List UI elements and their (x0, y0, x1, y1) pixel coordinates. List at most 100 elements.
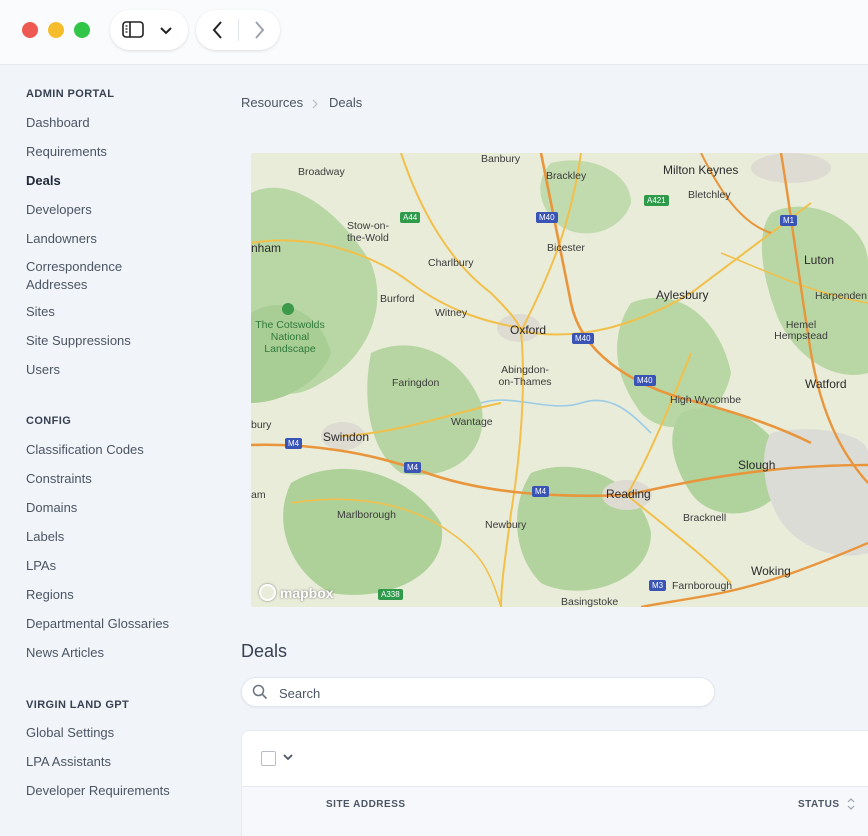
search-bar (241, 677, 715, 707)
map-label-harpenden: Harpenden (815, 290, 867, 302)
deals-map[interactable]: Banbury Milton Keynes Broadway Brackley … (251, 153, 868, 607)
map-label-stow-on-the-wold: Stow-on-the-Wold (347, 220, 390, 244)
close-window-button[interactable] (22, 22, 38, 38)
select-all-checkbox[interactable] (261, 751, 276, 766)
map-label-bicester: Bicester (547, 242, 585, 254)
road-shield-m40-mid: M40 (572, 333, 594, 344)
map-label-banbury: Banbury (481, 153, 521, 165)
map-label-brackley: Brackley (546, 170, 587, 182)
search-icon (252, 684, 268, 700)
map-label-farnborough: Farnborough (672, 580, 733, 592)
road-shield-m4-east: M4 (532, 486, 550, 497)
table-header: SITE ADDRESS STATUS (242, 786, 868, 836)
map-label-faringdon: Faringdon (392, 377, 440, 389)
mapbox-wordmark: mapbox (279, 585, 334, 601)
sidebar-item-lpa-assistants[interactable]: LPA Assistants (26, 753, 111, 771)
road-shield-a338: A338 (378, 589, 403, 600)
road-shield-m1: M1 (780, 215, 798, 226)
map-label-broadway: Broadway (298, 166, 345, 178)
sidebar-item-deals[interactable]: Deals (26, 172, 61, 190)
breadcrumb-deals: Deals (329, 95, 363, 110)
section-config: CONFIG (26, 415, 72, 427)
column-status[interactable]: STATUS (798, 799, 840, 810)
chevron-down-icon[interactable] (159, 26, 173, 36)
map-label-swindon: Swindon (323, 430, 370, 444)
map-label-bracknell: Bracknell (683, 512, 727, 524)
forward-icon[interactable] (252, 20, 266, 40)
map-label-bury: bury (251, 419, 272, 431)
sidebar-item-landowners[interactable]: Landowners (26, 230, 97, 248)
map-label-am: am (251, 489, 266, 501)
road-shield-m40-north: M40 (536, 212, 558, 223)
sidebar-item-domains[interactable]: Domains (26, 499, 77, 517)
park-pin-icon (282, 303, 294, 315)
sidebar-item-site-suppressions[interactable]: Site Suppressions (26, 332, 131, 350)
map-label-charlbury: Charlbury (428, 257, 474, 269)
sidebar-item-developer-requirements[interactable]: Developer Requirements (26, 782, 170, 800)
section-admin-portal: ADMIN PORTAL (26, 88, 115, 100)
map-label-nham: nham (251, 241, 282, 255)
road-shield-m4-west: M4 (285, 438, 303, 449)
road-shield-m4-mid: M4 (404, 462, 422, 473)
sidebar-item-regions[interactable]: Regions (26, 586, 74, 604)
map-label-watford: Watford (805, 377, 847, 391)
section-virgin-land-gpt: VIRGIN LAND GPT (26, 699, 130, 711)
sidebar: ADMIN PORTAL Dashboard Requirements Deal… (0, 65, 215, 834)
sidebar-item-dashboard[interactable]: Dashboard (26, 114, 90, 132)
sidebar-toggle-group (110, 10, 188, 50)
breadcrumb-resources[interactable]: Resources (241, 95, 303, 110)
sidebar-item-sites[interactable]: Sites (26, 303, 55, 321)
map-label-hemel-hempstead: Hemel Hempstead (774, 319, 828, 342)
back-icon[interactable] (211, 20, 225, 40)
map-label-luton: Luton (804, 253, 835, 267)
minimize-window-button[interactable] (48, 22, 64, 38)
road-shield-a421: A421 (644, 195, 669, 206)
mapbox-logo[interactable]: mapbox (259, 584, 334, 601)
sidebar-item-correspondence-addresses[interactable]: Correspondence Addresses (26, 258, 146, 294)
map-label-basingstoke: Basingstoke (561, 596, 619, 607)
road-shield-m40-south: M40 (634, 375, 656, 386)
map-label-witney: Witney (435, 307, 468, 319)
chevron-down-icon[interactable] (283, 754, 293, 762)
map-label-wantage: Wantage (451, 416, 493, 428)
sidebar-item-departmental-glossaries[interactable]: Departmental Glossaries (26, 615, 169, 633)
road-shield-a44: A44 (400, 212, 421, 223)
deals-table: SITE ADDRESS STATUS (241, 730, 868, 836)
map-label-high-wycombe: High Wycombe (670, 394, 742, 406)
sidebar-item-news-articles[interactable]: News Articles (26, 644, 104, 662)
map-label-cotswolds: The Cotswolds National Landscape (255, 319, 325, 355)
sidebar-item-users[interactable]: Users (26, 361, 60, 379)
map-label-marlborough: Marlborough (337, 509, 396, 521)
sidebar-item-constraints[interactable]: Constraints (26, 470, 92, 488)
sort-icon[interactable] (846, 797, 856, 811)
navigation-group (196, 10, 280, 50)
sidebar-item-labels[interactable]: Labels (26, 528, 64, 546)
sidebar-item-classification-codes[interactable]: Classification Codes (26, 441, 144, 459)
map-label-bletchley: Bletchley (688, 189, 731, 201)
sidebar-item-lpas[interactable]: LPAs (26, 557, 56, 575)
map-label-oxford: Oxford (510, 323, 547, 337)
map-label-slough: Slough (738, 458, 776, 472)
sidebar-item-global-settings[interactable]: Global Settings (26, 724, 114, 742)
search-input[interactable] (277, 683, 701, 703)
road-shield-m3: M3 (649, 580, 667, 591)
mapbox-logo-icon (259, 584, 276, 601)
column-site-address[interactable]: SITE ADDRESS (326, 799, 406, 810)
map-label-reading: Reading (606, 487, 651, 501)
map-label-abingdon: Abingdon-on-Thames (498, 364, 552, 388)
map-base (251, 153, 868, 607)
sidebar-icon[interactable] (121, 20, 145, 40)
map-label-milton-keynes: Milton Keynes (663, 163, 739, 177)
sidebar-item-requirements[interactable]: Requirements (26, 143, 107, 161)
zoom-window-button[interactable] (74, 22, 90, 38)
deals-heading: Deals (241, 641, 288, 661)
main-content: Resources Deals Banbury Milton Keynes Br… (215, 65, 868, 836)
map-label-burford: Burford (380, 293, 415, 305)
nav-divider (238, 19, 239, 41)
window-titlebar (0, 0, 868, 65)
map-label-aylesbury: Aylesbury (656, 288, 709, 302)
map-label-woking: Woking (751, 564, 791, 578)
chevron-right-icon (312, 99, 318, 109)
map-label-newbury: Newbury (485, 519, 527, 531)
sidebar-item-developers[interactable]: Developers (26, 201, 92, 219)
